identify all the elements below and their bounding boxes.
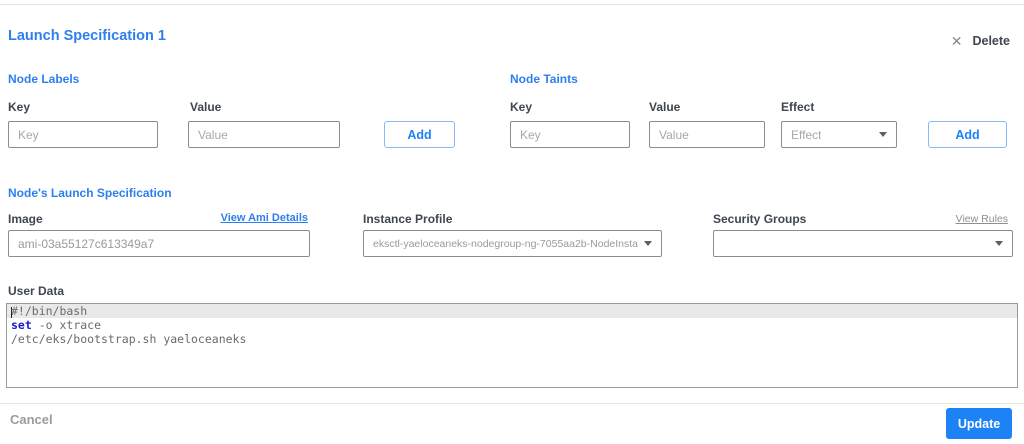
chevron-down-icon [995, 241, 1003, 246]
node-labels-key-input[interactable] [8, 121, 158, 148]
security-groups-label: Security Groups [713, 212, 807, 226]
instance-profile-label: Instance Profile [363, 212, 453, 226]
launch-specification-panel: Launch Specification 1 ✕ Delete Node Lab… [0, 0, 1024, 444]
update-button[interactable]: Update [946, 408, 1012, 439]
view-rules-link[interactable]: View Rules [956, 213, 1008, 225]
instance-profile-select[interactable]: eksctl-yaeloceaneks-nodegroup-ng-7055aa2… [363, 230, 662, 257]
node-taints-effect-select[interactable]: Effect [781, 121, 897, 148]
close-icon[interactable]: ✕ [951, 34, 963, 48]
node-labels-key-label: Key [8, 100, 31, 114]
footer-divider [0, 403, 1024, 404]
effect-select-placeholder: Effect [791, 127, 822, 142]
instance-profile-value: eksctl-yaeloceaneks-nodegroup-ng-7055aa2… [373, 237, 638, 250]
code-line: set -o xtrace [11, 318, 102, 332]
code-line: /etc/eks/bootstrap.sh yaeloceaneks [11, 332, 247, 346]
node-taints-key-label: Key [510, 100, 533, 114]
launch-spec-heading: Node's Launch Specification [8, 186, 172, 200]
delete-button-label: Delete [972, 34, 1010, 48]
top-divider [0, 4, 1024, 5]
node-labels-heading: Node Labels [8, 72, 80, 86]
code-keyword: set [11, 318, 32, 332]
chevron-down-icon [644, 241, 652, 246]
delete-button[interactable]: ✕ Delete [951, 34, 1010, 48]
node-labels-value-label: Value [190, 100, 222, 114]
node-taints-key-input[interactable] [510, 121, 630, 148]
node-labels-add-button[interactable]: Add [384, 121, 455, 148]
node-taints-heading: Node Taints [510, 72, 578, 86]
image-input[interactable] [8, 230, 310, 257]
node-taints-value-label: Value [649, 100, 681, 114]
user-data-code-editor[interactable]: #!/bin/bash set -o xtrace /etc/eks/boots… [6, 303, 1018, 388]
image-label: Image [8, 212, 43, 226]
node-labels-value-input[interactable] [188, 121, 340, 148]
user-data-label: User Data [8, 284, 65, 298]
page-title: Launch Specification 1 [8, 28, 166, 44]
node-taints-value-input[interactable] [649, 121, 765, 148]
code-line: #!/bin/bash [7, 304, 1017, 318]
chevron-down-icon [879, 132, 887, 137]
node-taints-add-button[interactable]: Add [928, 121, 1007, 148]
node-taints-effect-label: Effect [781, 100, 815, 114]
cancel-button[interactable]: Cancel [10, 412, 53, 427]
view-ami-details-link[interactable]: View Ami Details [221, 212, 308, 224]
security-groups-select[interactable] [713, 230, 1013, 257]
